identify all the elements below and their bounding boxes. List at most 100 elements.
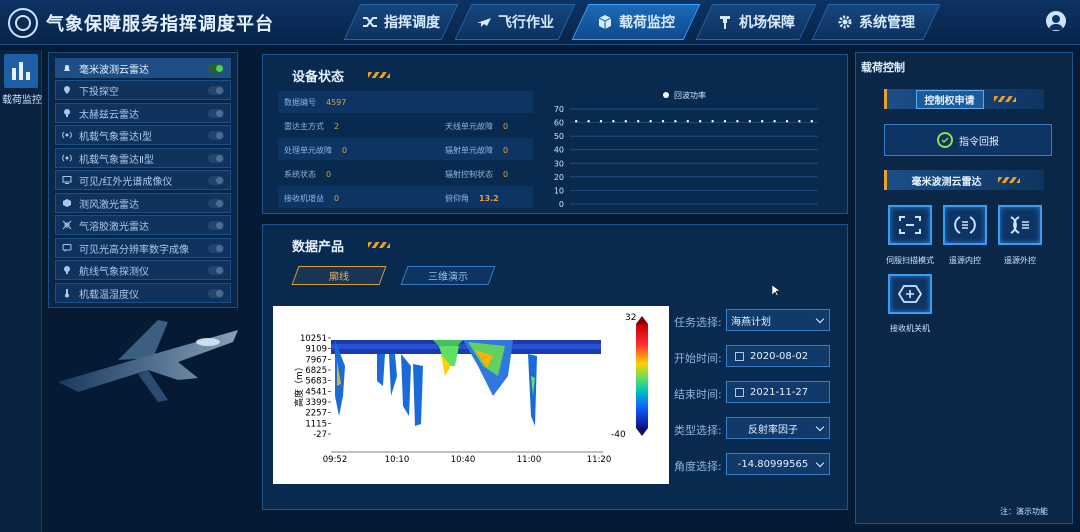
bell-icon <box>59 63 75 73</box>
echo-point <box>785 120 789 123</box>
stat-tx-fault: 辐射单元故障 0 <box>445 146 509 155</box>
device-label: 可见光高分辨率数字成像 <box>79 244 189 256</box>
tab-3d-demo-label: 三维演示 <box>428 272 468 283</box>
device-item-airborne-radar-1[interactable]: 机载气象雷达Ⅰ型 <box>55 125 231 145</box>
app-title: 气象保障服务指挥调度平台 <box>46 14 274 35</box>
tab-flight[interactable]: 飞行作业 <box>454 4 576 40</box>
monitor-icon <box>59 175 75 185</box>
device-item-wind-lidar[interactable]: 测风激光雷达 <box>55 193 231 213</box>
angle-select[interactable]: -14.80999565 <box>726 453 830 475</box>
calendar-icon <box>735 351 744 361</box>
logo-icon <box>8 8 38 38</box>
stat-data-no: 数据编号 4597 <box>284 98 347 107</box>
device-toggle[interactable] <box>208 176 224 185</box>
echo-point <box>661 120 665 123</box>
radar-x-tick: 10:10 <box>385 455 410 465</box>
echo-point <box>748 120 751 123</box>
angle-label: 角度选择: <box>674 460 722 473</box>
echo-point <box>723 120 727 123</box>
tab-profile[interactable]: 廓线 <box>291 266 387 285</box>
radar-x-tick: 10:40 <box>451 455 476 465</box>
device-toggle[interactable] <box>208 64 224 73</box>
start-label: 开始时间: <box>674 352 722 365</box>
device-item-aerosol-lidar[interactable]: 气溶胶激光雷达 <box>55 215 231 235</box>
radar-y-tick: 9109 <box>305 345 327 355</box>
color-bar <box>636 324 648 428</box>
device-item-dropsonde[interactable]: 下投探空 <box>55 80 231 100</box>
receiver-shutdown-button[interactable] <box>888 274 932 314</box>
device-item-spectral-imager[interactable]: 可见/红外光谱成像仪 <box>55 170 231 190</box>
tab-system-label: 系统管理 <box>859 15 915 31</box>
stat-pitch: 俯仰角 13.2 <box>445 194 499 203</box>
device-item-hd-imager[interactable]: 可见光高分辨率数字成像 <box>55 238 231 258</box>
tab-airport[interactable]: 机场保障 <box>695 4 817 40</box>
cursor-icon <box>772 285 780 296</box>
device-toggle[interactable] <box>208 289 224 298</box>
device-label: 毫米波测云雷达 <box>79 64 149 76</box>
tab-3d-demo[interactable]: 三维演示 <box>400 266 496 285</box>
products-title: 数据产品 <box>292 240 345 255</box>
end-label: 结束时间: <box>674 388 722 401</box>
y-tick-label: 70 <box>554 105 564 114</box>
color-bar-cap-bottom <box>636 428 648 436</box>
tab-payload-label: 载荷监控 <box>619 15 675 31</box>
external-control-button[interactable] <box>998 205 1042 245</box>
device-item-mmw-radar[interactable]: 毫米波测云雷达 <box>55 58 231 78</box>
radar-section-banner: 毫米波测云雷达 <box>884 170 1044 190</box>
tab-system[interactable]: 系统管理 <box>811 4 941 40</box>
check-circle-icon <box>937 132 953 148</box>
echo-point <box>798 120 801 123</box>
internal-control-button[interactable] <box>943 205 987 245</box>
echo-point <box>575 120 578 123</box>
device-toggle[interactable] <box>208 266 224 275</box>
stat-tx-ctrl: 辐射控制状态 0 <box>445 170 509 179</box>
payload-monitor-button[interactable] <box>4 54 38 88</box>
device-toggle[interactable] <box>208 199 224 208</box>
start-date-field[interactable]: 2020-08-02 <box>726 345 830 367</box>
status-title: 设备状态 <box>292 70 345 85</box>
external-control-icon <box>1010 216 1029 234</box>
device-toggle[interactable] <box>208 109 224 118</box>
device-item-thz-radar[interactable]: 太赫兹云雷达 <box>55 103 231 123</box>
echo-point <box>599 120 603 123</box>
internal-control-label: 遥源内控 <box>949 256 981 265</box>
echo-point <box>587 120 590 123</box>
type-select[interactable]: 反射率因子 <box>726 417 830 439</box>
radar-y-tick: 2257 <box>305 409 327 419</box>
device-toggle[interactable] <box>208 86 224 95</box>
end-date-field[interactable]: 2021-11-27 <box>726 381 830 403</box>
echo-point <box>736 120 739 123</box>
device-toggle[interactable] <box>208 221 224 230</box>
y-tick-label: 60 <box>554 119 564 128</box>
device-label: 航线气象探测仪 <box>79 266 149 278</box>
title-stripes <box>368 72 390 78</box>
servo-scan-label: 伺服扫描模式 <box>886 256 934 265</box>
tab-dispatch[interactable]: 指挥调度 <box>343 4 459 40</box>
device-toggle[interactable] <box>208 131 224 140</box>
radar-ylabel: 高度（m） <box>293 362 305 407</box>
servo-scan-button[interactable] <box>888 205 932 245</box>
device-label: 可见/红外光谱成像仪 <box>79 176 173 188</box>
echo-point <box>810 120 813 123</box>
device-item-route-detector[interactable]: 航线气象探测仪 <box>55 260 231 280</box>
user-avatar-icon[interactable] <box>1046 11 1066 31</box>
task-select[interactable]: 海燕计划 <box>726 309 830 331</box>
tab-dispatch-label: 指挥调度 <box>384 15 440 31</box>
device-toggle[interactable] <box>208 244 224 253</box>
device-item-airborne-radar-2[interactable]: 机载气象雷达Ⅱ型 <box>55 148 231 168</box>
external-control-label: 遥源外控 <box>1004 256 1036 265</box>
network-icon <box>59 220 75 230</box>
tower-icon <box>720 16 730 29</box>
control-request-button[interactable]: 控制权申请 <box>915 89 984 109</box>
command-report-button[interactable]: 指令回报 <box>884 124 1052 156</box>
device-label: 下投探空 <box>79 86 119 98</box>
command-report-label: 指令回报 <box>959 136 999 148</box>
calendar-icon <box>735 387 744 397</box>
device-toggle[interactable] <box>208 154 224 163</box>
radar-y-tick: -27 <box>313 430 327 440</box>
echo-point <box>761 120 764 123</box>
echo-point <box>674 120 677 123</box>
plane-icon <box>477 18 491 27</box>
tab-payload[interactable]: 载荷监控 <box>571 4 701 40</box>
echo-point <box>649 120 652 123</box>
